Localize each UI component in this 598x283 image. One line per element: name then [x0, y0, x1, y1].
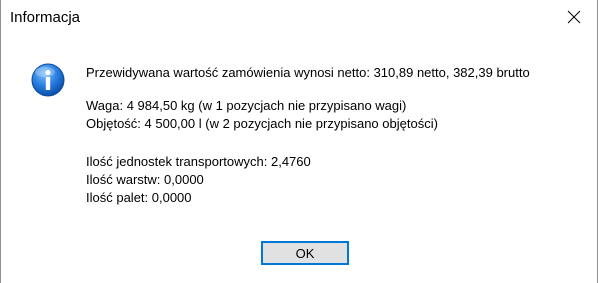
message-dialog: Informacja Przewidywana wartość zamówien…	[0, 0, 598, 283]
dialog-content: Przewidywana wartość zamówienia wynosi n…	[1, 34, 597, 230]
title-bar[interactable]: Informacja	[1, 0, 597, 34]
close-button[interactable]	[551, 0, 597, 34]
info-icon	[31, 63, 65, 97]
dialog-title: Informacja	[10, 9, 81, 26]
message-line-transport-units: Ilość jednostek transportowych: 2,4760	[86, 154, 311, 169]
message-line-volume: Objętość: 4 500,00 l (w 2 pozycjach nie …	[86, 116, 438, 131]
ok-button[interactable]: OK	[261, 241, 349, 265]
message-line-order-value: Przewidywana wartość zamówienia wynosi n…	[86, 65, 530, 80]
dialog-footer: OK	[1, 230, 597, 283]
message-line-layers: Ilość warstw: 0,0000	[86, 172, 204, 187]
message-line-pallets: Ilość palet: 0,0000	[86, 190, 192, 205]
message-line-weight: Waga: 4 984,50 kg (w 1 pozycjach nie prz…	[86, 98, 407, 113]
close-icon	[567, 10, 581, 24]
